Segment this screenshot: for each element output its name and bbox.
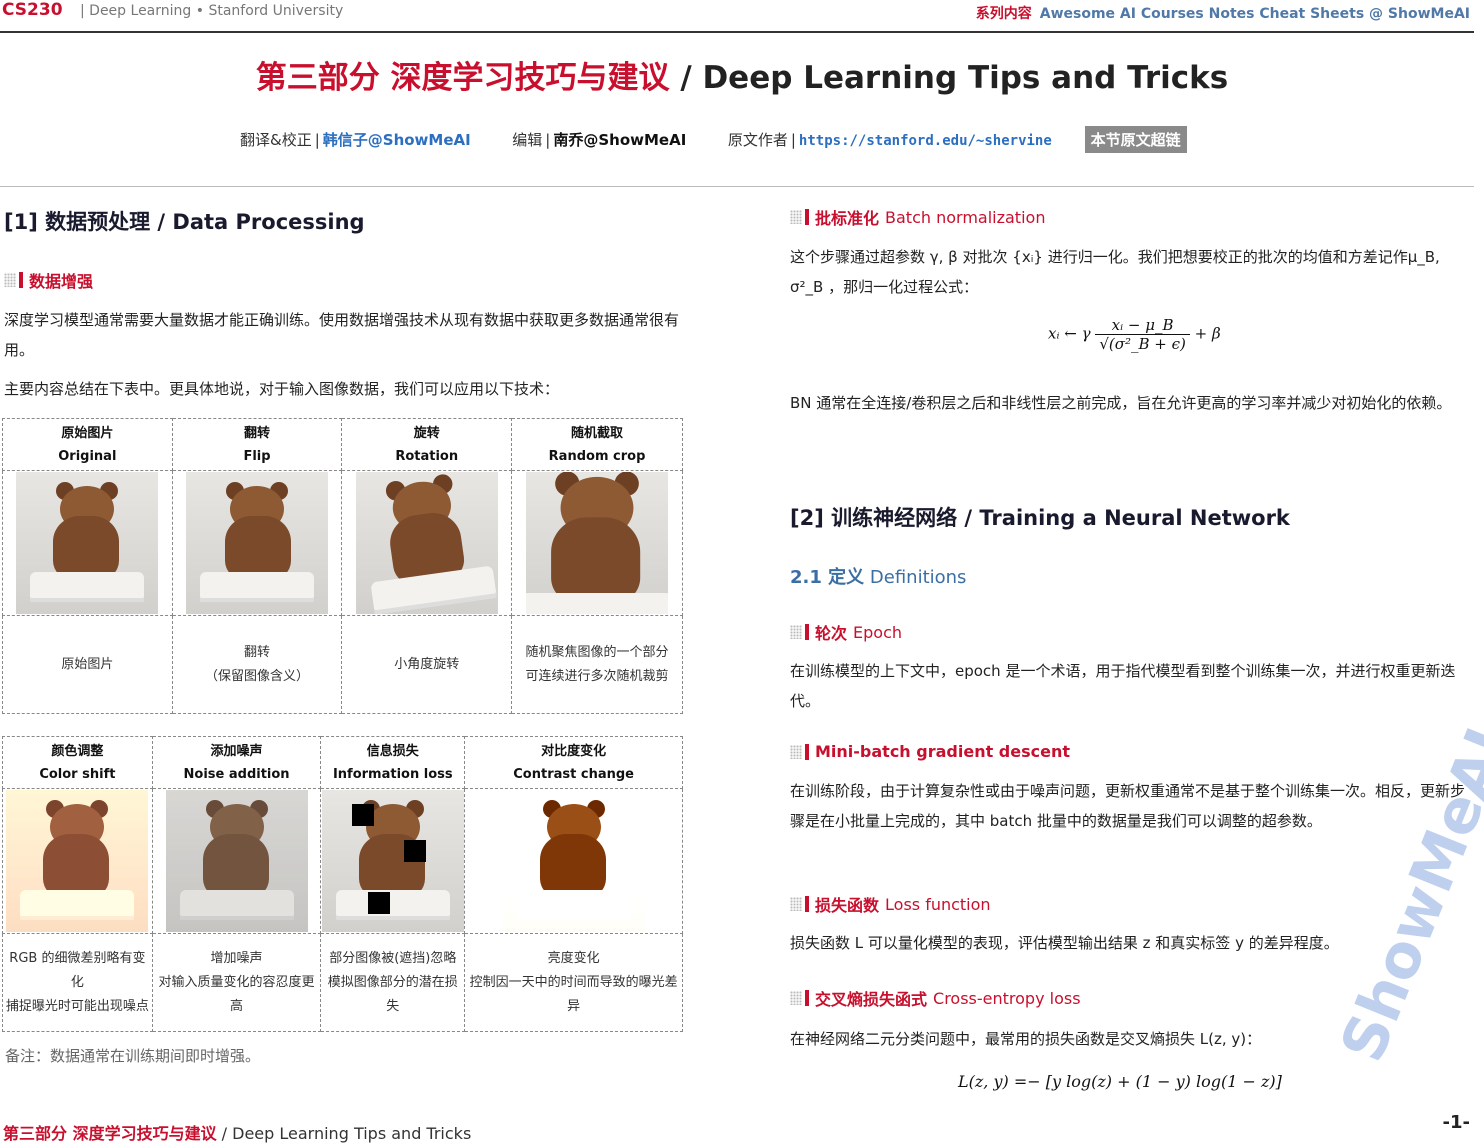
title-en: / Deep Learning Tips and Tricks xyxy=(669,60,1229,96)
credits-line: 翻译&校正 | 韩信子@ShowMeAI 编辑 | 南乔@ShowMeAI 原文作者 | h… xyxy=(240,126,1187,153)
heading-data-augmentation: 数据增强 xyxy=(4,268,93,292)
bear-image-contrast xyxy=(502,790,645,932)
bar-icon xyxy=(19,272,23,288)
epoch-paragraph: 在训练模型的上下文中，epoch 是一个术语，用于指代模型看到整个训练集一次，并… xyxy=(790,662,1456,710)
source-link-button[interactable]: 本节原文超链 xyxy=(1084,126,1187,153)
augmentation-table-2: 颜色调整 Color shift 添加噪声 Noise addition 信息损失 I… xyxy=(2,736,683,1032)
image-cell xyxy=(171,470,343,616)
caption-cell: RGB 的细微差别略有变化 捕捉曝光时可能出现噪点 xyxy=(2,933,153,1032)
watermark: ShowMeAI xyxy=(1327,718,1484,1072)
bar-icon xyxy=(805,743,809,760)
bn-paragraph-2: BN 通常在全连接/卷积层之后和非线性层之前完成，旨在允许更高的学习率并减少对初… xyxy=(790,394,1452,412)
bear-image-crop xyxy=(526,472,669,614)
caption-cell: 亮度变化 控制因一天中的时间而导致的曝光差异 xyxy=(464,933,683,1032)
dots-icon xyxy=(4,273,16,287)
augmentation-table-1: 原始图片 Original 翻转 Flip 旋转 Rotation 随机截取 Rando… xyxy=(2,418,683,714)
image-cell xyxy=(2,788,153,934)
table-header-cell: 原始图片 Original xyxy=(2,418,173,471)
table-header-cell: 信息损失 Information loss xyxy=(320,736,466,789)
page-number: -1- xyxy=(1442,1112,1470,1133)
section-divider xyxy=(0,186,1474,187)
dots-icon xyxy=(790,210,802,224)
series-value[interactable]: Awesome AI Courses Notes Cheat Sheets @ … xyxy=(1040,6,1470,22)
top-header: CS230 | Deep Learning • Stanford Univers… xyxy=(0,0,1484,28)
series-label: 系列内容 xyxy=(975,6,1032,22)
image-cell xyxy=(151,788,322,934)
page-title: 第三部分 深度学习技巧与建议 / Deep Learning Tips and … xyxy=(0,52,1484,97)
heading-batch-normalization: 批标准化 Batch normalization xyxy=(790,205,1045,229)
course-subtitle: | Deep Learning • Stanford University xyxy=(80,3,344,19)
bar-icon xyxy=(805,209,809,225)
bar-icon xyxy=(805,896,809,912)
translator-name[interactable]: 韩信子@ShowMeAI xyxy=(323,131,471,149)
image-cell xyxy=(511,470,683,616)
bear-image-original xyxy=(16,472,159,614)
heading-mini-batch: Mini-batch gradient descent xyxy=(790,742,1070,761)
bn-paragraph: 这个步骤通过超参数 γ, β 对批次 {xᵢ} 进行归一化。我们把想要校正的批次… xyxy=(790,248,1440,296)
header-divider xyxy=(0,31,1474,33)
summary-paragraph: 主要内容总结在下表中。更具体地说，对于输入图像数据，我们可以应用以下技术： xyxy=(4,380,560,398)
caption-cell: 部分图像被(遮挡)忽略 模拟图像部分的潜在损失 xyxy=(320,933,466,1032)
table-header-cell: 翻转 Flip xyxy=(171,418,343,471)
table-header-cell: 随机截取 Random crop xyxy=(511,418,683,471)
course-code: CS230 xyxy=(2,0,63,20)
table-header-cell: 添加噪声 Noise addition xyxy=(151,736,322,789)
mini-batch-paragraph: 在训练阶段，由于计算复杂性或由于噪声问题，更新权重通常不是基于整个训练集一次。相… xyxy=(790,782,1466,830)
heading-epoch: 轮次 Epoch xyxy=(790,620,902,644)
bear-image-rotation xyxy=(355,472,498,614)
heading-loss-function: 损失函数 Loss function xyxy=(790,892,991,916)
section-title-training: [2] 训练神经网络 / Training a Neural Network xyxy=(790,506,1290,530)
dots-icon xyxy=(790,625,802,639)
table-header-cell: 对比度变化 Contrast change xyxy=(464,736,683,789)
image-cell xyxy=(320,788,466,934)
bear-image-flip xyxy=(186,472,329,614)
series-info: 系列内容 Awesome AI Courses Notes Cheat Sheet… xyxy=(976,3,1470,23)
dots-icon xyxy=(790,897,802,911)
caption-cell: 翻转 （保留图像含义） xyxy=(171,615,343,714)
image-cell xyxy=(341,470,513,616)
caption-cell: 随机聚焦图像的一个部分 可连续进行多次随机裁剪 xyxy=(511,615,683,714)
augmentation-note: 备注：数据通常在训练期间即时增强。 xyxy=(5,1047,261,1065)
section-title-data-processing: [1] 数据预处理 / Data Processing xyxy=(4,210,365,234)
caption-cell: 原始图片 xyxy=(2,615,173,714)
subsection-definitions: 2.1 定义 Definitions xyxy=(790,567,967,588)
author-label: 原文作者 xyxy=(727,131,788,149)
bear-image-info-loss xyxy=(321,790,464,932)
caption-cell: 小角度旋转 xyxy=(341,615,513,714)
footer-title: 第三部分 深度学习技巧与建议 / Deep Learning Tips and … xyxy=(3,1124,472,1143)
dots-icon xyxy=(790,744,802,759)
heading-text: 数据增强 xyxy=(29,272,94,291)
augmentation-paragraph: 深度学习模型通常需要大量数据才能正确训练。使用数据增强技术从现有数据中获取更多数… xyxy=(4,311,680,359)
heading-cross-entropy: 交叉熵损失函式 Cross-entropy loss xyxy=(790,986,1081,1010)
image-cell xyxy=(2,470,173,616)
edit-label: 编辑 xyxy=(512,131,543,149)
bear-image-color-shift xyxy=(6,790,149,932)
table-header-cell: 旋转 Rotation xyxy=(341,418,513,471)
caption-cell: 增加噪声 对输入质量变化的容忍度更高 xyxy=(151,933,322,1032)
bar-icon xyxy=(805,990,809,1006)
table-header-cell: 颜色调整 Color shift xyxy=(2,736,153,789)
author-link[interactable]: https://stanford.edu/~shervine xyxy=(799,133,1052,149)
bn-formula: xᵢ ← γ xᵢ − μ_B √(σ²_B + ϵ) + β xyxy=(1048,316,1221,353)
bar-icon xyxy=(805,624,809,640)
editor-name: 南乔@ShowMeAI xyxy=(553,131,687,149)
bear-image-noise xyxy=(165,790,308,932)
title-zh: 第三部分 深度学习技巧与建议 xyxy=(255,60,670,96)
translate-label: 翻译&校正 xyxy=(240,131,312,149)
image-cell xyxy=(464,788,683,934)
cross-entropy-formula: L(z, y) =− [y log(z) + (1 − y) log(1 − z… xyxy=(958,1072,1282,1091)
dots-icon xyxy=(790,991,802,1005)
